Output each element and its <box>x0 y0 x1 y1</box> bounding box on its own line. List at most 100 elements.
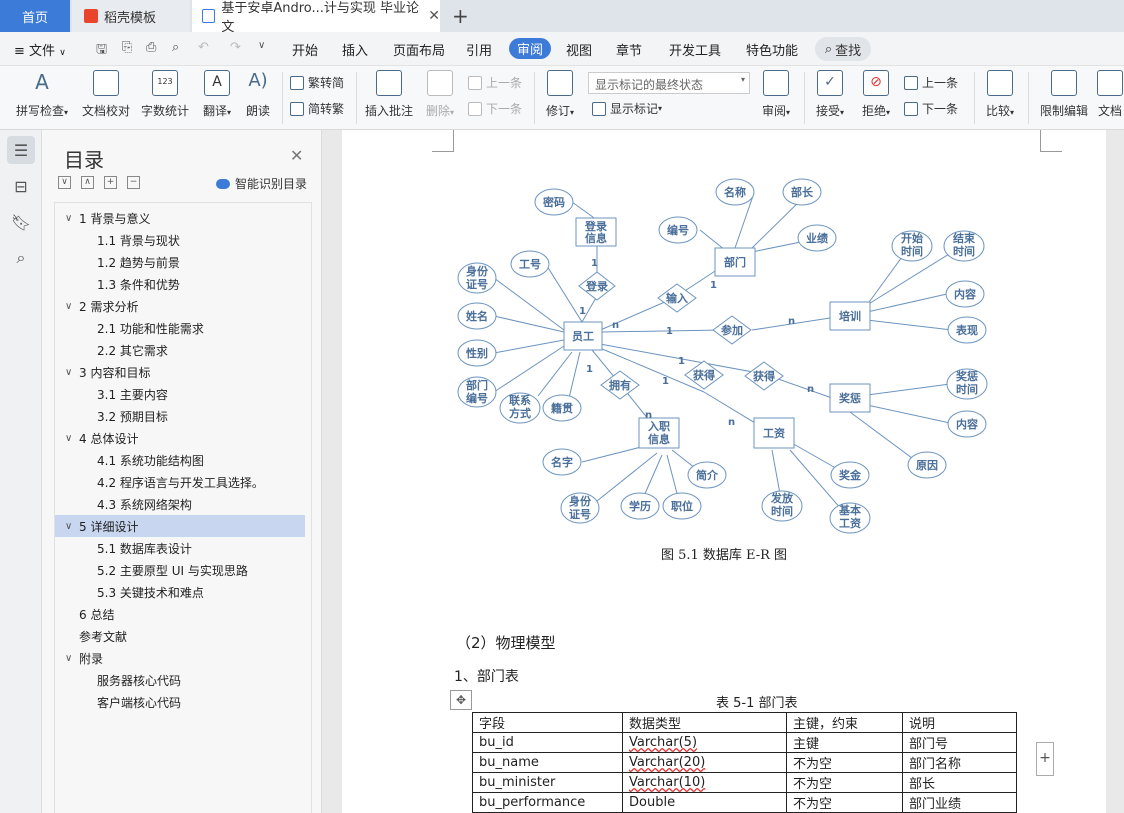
toc-item[interactable]: 4.1 系统功能结构图 <box>55 449 305 471</box>
simp-to-trad-button[interactable]: 简转繁 <box>290 100 344 117</box>
smart-toc-button[interactable]: 智能识别目录 <box>216 175 307 192</box>
new-tab-icon[interactable]: + <box>452 4 469 28</box>
table-cell[interactable]: bu_name <box>472 752 623 773</box>
markup-state-select[interactable]: 显示标记的最终状态 ▾ <box>588 72 750 94</box>
toc-item[interactable]: 5.1 数据库表设计 <box>55 537 305 559</box>
review-pane-button[interactable]: 审阅▾ <box>758 70 794 119</box>
tab-document[interactable]: 基于安卓Andro...计与实现 毕业论文 ✕ <box>192 0 440 35</box>
toc-item[interactable]: 参考文献 <box>55 625 305 647</box>
word-count-button[interactable]: 123 字数统计 <box>140 70 190 119</box>
chevron-down-icon[interactable]: ∨ <box>65 301 79 312</box>
toc-item[interactable]: 1.2 趋势与前景 <box>55 251 305 273</box>
next-change-button[interactable]: 下一条 <box>904 100 958 117</box>
toc-item[interactable]: ∨ 2 需求分析 <box>55 295 305 317</box>
trad-to-simp-button[interactable]: 繁转简 <box>290 74 344 91</box>
undo-icon[interactable]: ↶ <box>198 40 209 55</box>
save-icon[interactable]: 🖫 <box>96 40 107 62</box>
menu-references[interactable]: 引用 <box>466 40 492 59</box>
table-header-cell[interactable]: 字段 <box>472 712 623 733</box>
table-cell[interactable]: 部门业绩 <box>902 792 1017 813</box>
table-cell[interactable]: 部门名称 <box>902 752 1017 773</box>
toc-item[interactable]: ∨ 5 详细设计 <box>55 515 305 537</box>
close-icon[interactable]: ✕ <box>290 146 303 165</box>
table-cell[interactable]: 主键 <box>786 732 903 753</box>
next-comment-button[interactable]: 下一条 <box>468 100 522 117</box>
restrict-editing-button[interactable]: 限制编辑 <box>1038 70 1090 119</box>
file-menu[interactable]: ≡ 文件 ∨ <box>14 40 66 59</box>
compare-button[interactable]: 比较▾ <box>982 70 1018 119</box>
table-header-cell[interactable]: 数据类型 <box>622 712 787 733</box>
table-cell[interactable]: 不为空 <box>786 772 903 793</box>
add-heading-icon[interactable]: + <box>104 176 117 189</box>
menu-dev-tools[interactable]: 开发工具 <box>669 40 721 59</box>
menu-start[interactable]: 开始 <box>292 40 318 59</box>
chevron-down-icon[interactable]: ∨ <box>65 433 79 444</box>
menu-special[interactable]: 特色功能 <box>746 40 798 59</box>
doc-permission-button[interactable]: 文档 <box>1096 70 1124 119</box>
toc-item[interactable]: 1.1 背景与现状 <box>55 229 305 251</box>
toc-item[interactable]: 2.1 功能和性能需求 <box>55 317 305 339</box>
menu-chapter[interactable]: 章节 <box>616 40 642 59</box>
print-preview-icon[interactable]: ⌕ <box>172 40 179 55</box>
toc-item[interactable]: 服务器核心代码 <box>55 669 305 691</box>
remove-heading-icon[interactable]: − <box>127 176 140 189</box>
toc-item[interactable]: 2.2 其它需求 <box>55 339 305 361</box>
track-changes-button[interactable]: 修订▾ <box>542 70 578 119</box>
toc-item[interactable]: 6 总结 <box>55 603 305 625</box>
menu-view[interactable]: 视图 <box>566 40 592 59</box>
toc-item[interactable]: 客户端核心代码 <box>55 691 305 713</box>
reject-button[interactable]: ⊘ 拒绝▾ <box>858 70 894 119</box>
add-column-button[interactable]: + <box>1036 742 1054 776</box>
chevron-down-icon[interactable]: ∨ <box>65 521 79 532</box>
toc-item[interactable]: 3.1 主要内容 <box>55 383 305 405</box>
table-cell[interactable]: 不为空 <box>786 752 903 773</box>
table-cell[interactable]: 部门号 <box>902 732 1017 753</box>
chapter-nav-icon[interactable]: ⊟ <box>7 172 35 200</box>
show-markup-button[interactable]: 显示标记 ▾ <box>592 100 662 117</box>
doc-proofread-button[interactable]: 文档校对 <box>80 70 132 119</box>
bookmark-icon[interactable]: 🔖︎ <box>7 208 35 236</box>
prev-change-button[interactable]: 上一条 <box>904 74 958 91</box>
search-button[interactable]: ⌕ 查找 <box>815 37 871 61</box>
quick-access-more-icon[interactable]: ∨ <box>258 40 265 51</box>
toc-item[interactable]: 4.2 程序语言与开发工具选择。 <box>55 471 305 493</box>
table-cell[interactable]: bu_id <box>472 732 623 753</box>
toc-item[interactable]: ∨ 4 总体设计 <box>55 427 305 449</box>
table-cell[interactable]: Varchar(10) <box>622 772 787 793</box>
prev-comment-button[interactable]: 上一条 <box>468 74 522 91</box>
chevron-down-icon[interactable]: ∨ <box>65 367 79 378</box>
expand-all-icon[interactable]: ∧ <box>81 176 94 189</box>
translate-button[interactable]: A 翻译▾ <box>198 70 236 119</box>
insert-comment-button[interactable]: 插入批注 <box>364 70 414 119</box>
read-aloud-button[interactable]: A) 朗读 <box>244 70 272 119</box>
table-cell[interactable]: bu_minister <box>472 772 623 793</box>
menu-review[interactable]: 审阅 <box>509 38 552 59</box>
toc-item[interactable]: 5.3 关键技术和难点 <box>55 581 305 603</box>
close-tab-icon[interactable]: ✕ <box>428 8 440 24</box>
toc-item[interactable]: 5.2 主要原型 UI 与实现思路 <box>55 559 305 581</box>
chevron-down-icon[interactable]: ∨ <box>65 213 79 224</box>
tab-docer-template[interactable]: 稻壳模板 <box>72 0 190 32</box>
table-cell[interactable]: 部长 <box>902 772 1017 793</box>
toc-panel-icon[interactable]: ☰ <box>7 136 35 164</box>
table-cell[interactable]: Varchar(20) <box>622 752 787 773</box>
export-icon[interactable]: ⎘ <box>122 40 132 55</box>
table-header-cell[interactable]: 主键，约束 <box>786 712 903 733</box>
toc-item[interactable]: 4.3 系统网络架构 <box>55 493 305 515</box>
search-icon[interactable]: ⌕ <box>7 244 35 272</box>
table-move-handle-icon[interactable]: ✥ <box>450 690 472 710</box>
redo-icon[interactable]: ↷ <box>230 40 241 55</box>
delete-comment-button[interactable]: 删除▾ <box>422 70 458 119</box>
table-cell[interactable]: 不为空 <box>786 792 903 813</box>
collapse-all-icon[interactable]: ∨ <box>58 176 71 189</box>
toc-item[interactable]: 1.3 条件和优势 <box>55 273 305 295</box>
accept-button[interactable]: ✓ 接受▾ <box>812 70 848 119</box>
chevron-down-icon[interactable]: ∨ <box>65 653 79 664</box>
table-cell[interactable]: bu_performance <box>472 792 623 813</box>
tab-home[interactable]: 首页 <box>0 0 70 32</box>
table-cell[interactable]: Double <box>622 792 787 813</box>
toc-item[interactable]: 3.2 预期目标 <box>55 405 305 427</box>
spell-check-button[interactable]: A 拼写检查▾ <box>12 70 72 119</box>
table-cell[interactable]: Varchar(5) <box>622 732 787 753</box>
menu-insert[interactable]: 插入 <box>342 40 368 59</box>
